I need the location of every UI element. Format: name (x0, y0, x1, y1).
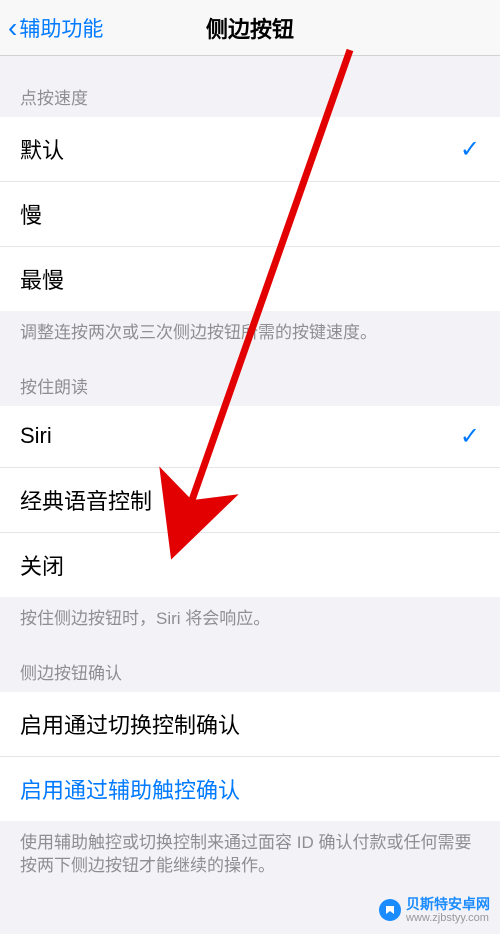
watermark-url: www.zjbstyy.com (406, 912, 490, 924)
section-footer-confirm: 使用辅助触控或切换控制来通过面容 ID 确认付款或任何需要按两下侧边按钮才能继续… (0, 821, 500, 879)
section-footer-hold-speak: 按住侧边按钮时，Siri 将会响应。 (0, 597, 500, 631)
list-item-label: 经典语音控制 (20, 484, 152, 516)
back-label: 辅助功能 (19, 13, 103, 43)
list-item-slow[interactable]: 慢 (0, 182, 500, 247)
list-item-label: 慢 (20, 198, 42, 230)
checkmark-icon: ✓ (460, 422, 480, 451)
section-header-hold-speak: 按住朗读 (0, 345, 500, 406)
list-item-label: 启用通过辅助触控确认 (20, 773, 240, 805)
list-item-classic-voice[interactable]: 经典语音控制 (0, 468, 500, 533)
list-item-slowest[interactable]: 最慢 (0, 247, 500, 311)
list-item-off[interactable]: 关闭 (0, 533, 500, 597)
list-item-assistive-touch[interactable]: 启用通过辅助触控确认 (0, 757, 500, 821)
list-item-label: 启用通过切换控制确认 (20, 708, 240, 740)
watermark-icon (378, 898, 402, 922)
checkmark-icon: ✓ (460, 135, 480, 164)
watermark: 贝斯特安卓网 www.zjbstyy.com (378, 897, 490, 924)
section-header-confirm: 侧边按钮确认 (0, 631, 500, 692)
list-item-switch-control[interactable]: 启用通过切换控制确认 (0, 692, 500, 757)
list-group-click-speed: 默认 ✓ 慢 最慢 (0, 117, 500, 311)
navbar: ‹ 辅助功能 侧边按钮 (0, 0, 500, 56)
list-item-label: 默认 (20, 133, 64, 165)
list-item-label: 关闭 (20, 549, 64, 581)
list-item-siri[interactable]: Siri ✓ (0, 406, 500, 468)
section-header-click-speed: 点按速度 (0, 56, 500, 117)
list-item-default[interactable]: 默认 ✓ (0, 117, 500, 182)
watermark-name: 贝斯特安卓网 (406, 897, 490, 912)
chevron-left-icon: ‹ (8, 12, 17, 44)
list-group-confirm: 启用通过切换控制确认 启用通过辅助触控确认 (0, 692, 500, 821)
list-item-label: Siri (20, 423, 52, 449)
back-button[interactable]: ‹ 辅助功能 (8, 12, 103, 44)
page-title: 侧边按钮 (206, 12, 294, 44)
list-item-label: 最慢 (20, 263, 64, 295)
list-group-hold-speak: Siri ✓ 经典语音控制 关闭 (0, 406, 500, 597)
section-footer-click-speed: 调整连按两次或三次侧边按钮所需的按键速度。 (0, 311, 500, 345)
